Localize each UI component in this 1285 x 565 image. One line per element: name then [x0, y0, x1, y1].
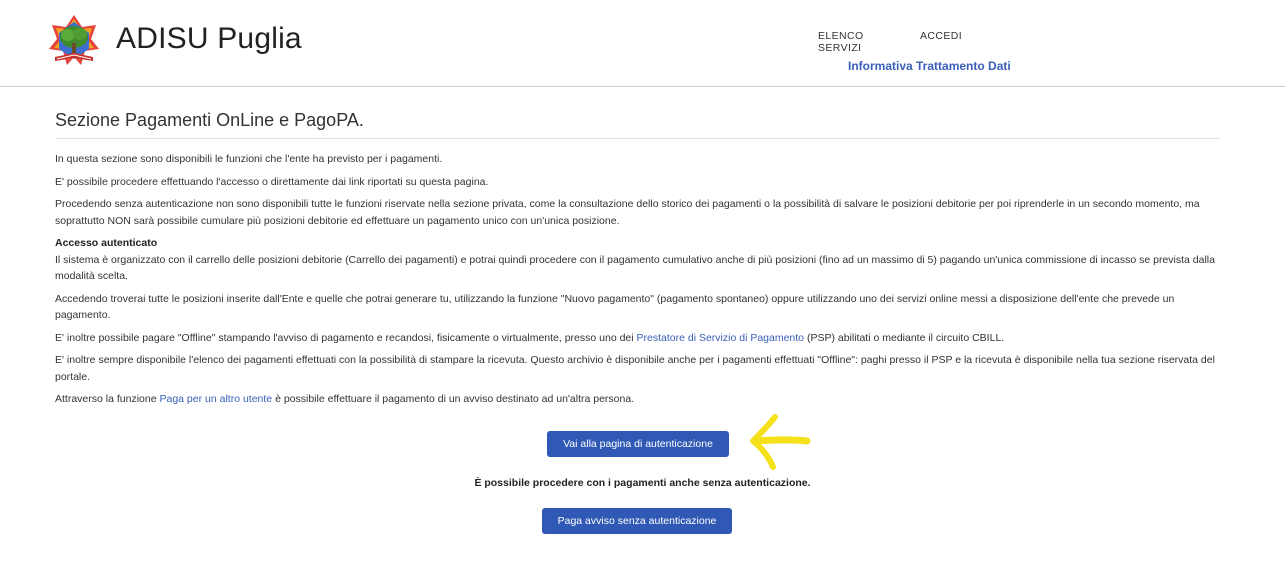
- receipts-paragraph: E' inoltre sempre disponibile l'elenco d…: [55, 354, 1215, 383]
- site-title[interactable]: ADISU Puglia: [116, 22, 302, 56]
- offline-payment-paragraph: E' inoltre possibile pagare "Offline" st…: [55, 330, 1220, 347]
- nav-informativa-trattamento-dati[interactable]: Informativa Trattamento Dati: [848, 59, 1011, 73]
- offline-payment-text-before: E' inoltre possibile pagare "Offline" st…: [55, 331, 637, 344]
- intro-paragraph: In questa sezione sono disponibili le fu…: [55, 153, 443, 165]
- pay-without-authentication-button[interactable]: Paga avviso senza autenticazione: [542, 508, 732, 534]
- positions-paragraph: Accedendo troverai tutte le posizioni in…: [55, 292, 1175, 322]
- go-to-authentication-button[interactable]: Vai alla pagina di autenticazione: [547, 431, 729, 457]
- authenticated-access-text: Il sistema è organizzato con il carrello…: [55, 253, 1215, 283]
- nav-accedi[interactable]: ACCEDI: [920, 30, 962, 42]
- nav-elenco-servizi[interactable]: ELENCO SERVIZI: [818, 30, 878, 54]
- pay-for-other-text-after: è possibile effettuare il pagamento di u…: [272, 393, 635, 405]
- authenticated-access-paragraph: Accesso autenticato Il sistema è organiz…: [55, 235, 1220, 285]
- no-auth-limits-paragraph: Procedendo senza autenticazione non sono…: [55, 198, 1200, 227]
- psp-link[interactable]: Prestatore di Servizio di Pagamento: [637, 332, 805, 344]
- authenticated-access-heading: Accesso autenticato: [55, 237, 158, 249]
- access-options-paragraph: E' possibile procedere effettuando l'acc…: [55, 175, 489, 188]
- no-auth-note: È possibile procedere con i pagamenti an…: [474, 477, 811, 489]
- pay-for-other-user-link[interactable]: Paga per un altro utente: [159, 393, 272, 405]
- pay-for-other-text-before: Attraverso la funzione: [55, 393, 160, 405]
- adisu-logo-tree-icon[interactable]: [47, 13, 101, 67]
- page-header: ADISU Puglia ELENCO SERVIZI ACCEDI Infor…: [0, 0, 1285, 87]
- yellow-arrow-left-icon: [750, 414, 811, 470]
- page-title: Sezione Pagamenti OnLine e PagoPA.: [55, 110, 1220, 139]
- offline-payment-text-after: (PSP) abilitati o mediante il circuito C…: [804, 331, 1005, 344]
- main-content: Sezione Pagamenti OnLine e PagoPA. In qu…: [55, 110, 1220, 414]
- pay-for-other-paragraph: Attraverso la funzione Paga per un altro…: [55, 391, 1220, 408]
